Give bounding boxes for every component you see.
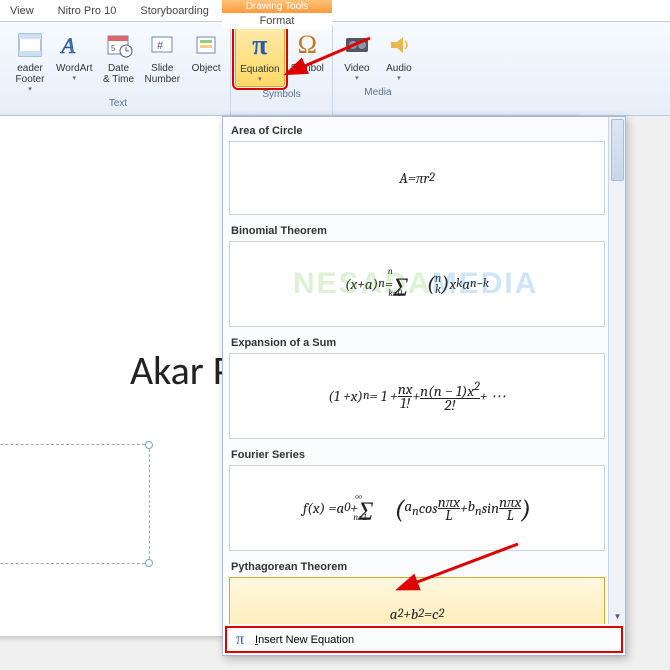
- equation-title: Pythagorean Theorem: [229, 559, 605, 577]
- equation-preview: f(x) = a0 + Σn=1∞ (an cos nπxL + bn sin …: [229, 465, 605, 551]
- date-time-icon: 5: [103, 29, 135, 61]
- slide-number-icon: #: [146, 29, 178, 61]
- equation-title: Binomial Theorem: [229, 223, 605, 241]
- equation-preview: (x + a)n = Σk=0n (nk) xkan−k: [229, 241, 605, 327]
- scroll-down-arrow[interactable]: ▼: [609, 608, 625, 624]
- video-button[interactable]: Video ▾: [337, 26, 377, 85]
- menu-bar: View Nitro Pro 10 Storyboarding: [0, 0, 670, 22]
- equation-title: Expansion of a Sum: [229, 335, 605, 353]
- ribbon-group-text: eaderFooter ▾ A WordArt ▾ 5 Date& Time #…: [6, 26, 231, 115]
- equation-item-fourier-series[interactable]: Fourier Series f(x) = a0 + Σn=1∞ (an cos…: [229, 447, 605, 551]
- equation-title: Fourier Series: [229, 447, 605, 465]
- audio-icon: [383, 29, 415, 61]
- equation-item-expansion-of-sum[interactable]: Expansion of a Sum (1 + x)n = 1 + nx1! +…: [229, 335, 605, 439]
- svg-text:A: A: [60, 33, 79, 58]
- insert-new-equation-label: Insert New Equation: [255, 634, 354, 646]
- contextual-tab-drawing-tools: Drawing Tools Format: [222, 0, 332, 29]
- chevron-down-icon: ▾: [355, 74, 359, 82]
- header-footer-icon: [14, 29, 46, 61]
- equation-item-pythagorean-theorem[interactable]: Pythagorean Theorem a2 + b2 = c2: [229, 559, 605, 624]
- content-placeholder[interactable]: [0, 444, 150, 564]
- pi-icon: π: [231, 631, 249, 649]
- ribbon: eaderFooter ▾ A WordArt ▾ 5 Date& Time #…: [0, 22, 670, 116]
- equation-item-binomial-theorem[interactable]: Binomial Theorem (x + a)n = Σk=0n (nk) x…: [229, 223, 605, 327]
- equation-preview: A = πr2: [229, 141, 605, 215]
- svg-text:5: 5: [111, 44, 116, 53]
- chevron-down-icon: ▾: [258, 75, 262, 83]
- audio-button[interactable]: Audio ▾: [379, 26, 419, 85]
- tab-storyboarding[interactable]: Storyboarding: [140, 5, 209, 17]
- wordart-button[interactable]: A WordArt ▾: [52, 26, 97, 96]
- ribbon-group-label-text: Text: [109, 96, 127, 113]
- equation-button[interactable]: π Equation ▾: [235, 26, 284, 87]
- wordart-icon: A: [58, 29, 90, 61]
- date-time-button[interactable]: 5 Date& Time: [99, 26, 139, 96]
- chevron-down-icon: ▾: [28, 85, 32, 93]
- equation-title: Area of Circle: [229, 123, 605, 141]
- scrollbar-thumb[interactable]: [611, 119, 624, 181]
- insert-new-equation-button[interactable]: π Insert New Equation: [225, 626, 623, 653]
- ribbon-group-label-symbols: Symbols: [262, 87, 300, 104]
- ribbon-group-media: Video ▾ Audio ▾ Media: [333, 26, 423, 115]
- slide-number-button[interactable]: # SlideNumber: [141, 26, 185, 96]
- object-icon: [190, 29, 222, 61]
- chevron-down-icon: ▾: [397, 74, 401, 82]
- resize-handle[interactable]: [145, 559, 153, 567]
- resize-handle[interactable]: [145, 441, 153, 449]
- pi-icon: π: [244, 30, 276, 62]
- ribbon-group-symbols: π Equation ▾ Ω Symbol Symbols: [231, 26, 333, 115]
- header-footer-button[interactable]: eaderFooter ▾: [10, 26, 50, 96]
- slide-title-text[interactable]: Akar P: [130, 346, 233, 395]
- equation-gallery: NESADAMEDIA Area of Circle A = πr2 Binom…: [222, 116, 626, 656]
- equation-preview: (1 + x)n = 1 + nx1! + n(n − 1)x22! + ⋯: [229, 353, 605, 439]
- svg-text:#: #: [157, 40, 164, 52]
- tab-format[interactable]: Format: [222, 13, 332, 29]
- equation-item-area-of-circle[interactable]: Area of Circle A = πr2: [229, 123, 605, 215]
- tab-nitro[interactable]: Nitro Pro 10: [58, 5, 117, 17]
- gallery-scrollbar[interactable]: ▲ ▼: [608, 117, 625, 624]
- contextual-title: Drawing Tools: [222, 0, 332, 13]
- ribbon-group-label-media: Media: [364, 85, 391, 102]
- video-icon: [341, 29, 373, 61]
- equation-preview: a2 + b2 = c2: [229, 577, 605, 624]
- chevron-down-icon: ▾: [72, 74, 76, 82]
- slide-canvas: Akar P NESADAMEDIA Area of Circle A = πr…: [0, 116, 670, 670]
- omega-icon: Ω: [291, 29, 323, 61]
- symbol-button[interactable]: Ω Symbol: [287, 26, 328, 87]
- object-button[interactable]: Object: [186, 26, 226, 96]
- tab-view[interactable]: View: [10, 5, 34, 17]
